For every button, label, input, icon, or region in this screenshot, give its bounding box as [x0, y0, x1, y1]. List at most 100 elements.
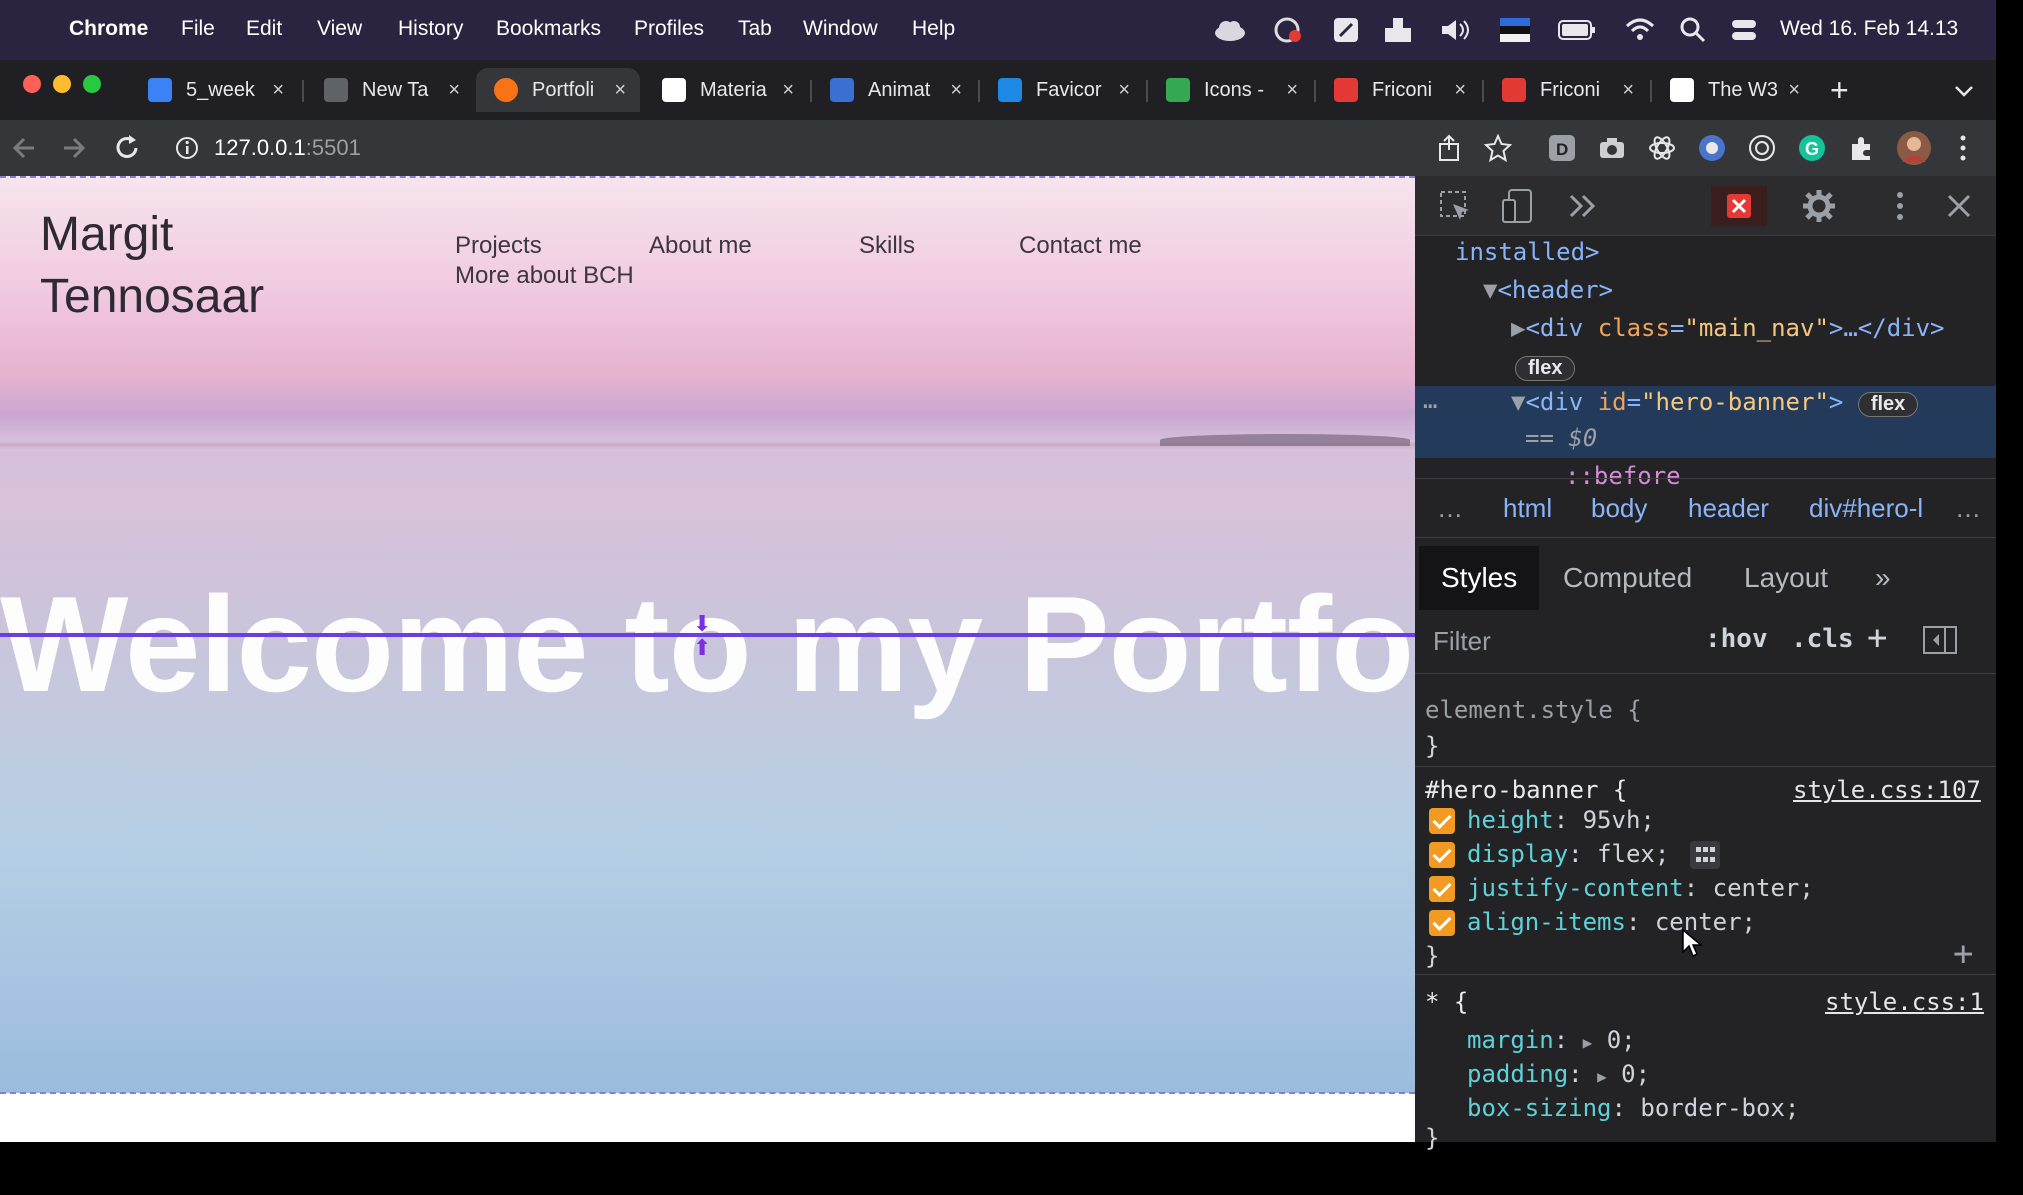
dom-line-header[interactable]: ▼<header>: [1483, 276, 1613, 304]
property-checkbox[interactable]: [1429, 808, 1455, 834]
tab-close-icon[interactable]: ×: [950, 79, 962, 102]
menu-history[interactable]: History: [398, 17, 463, 41]
nav-link-contact-me[interactable]: Contact me: [1019, 232, 1142, 260]
property-checkbox[interactable]: [1429, 876, 1455, 902]
element-style-selector[interactable]: element.style {: [1425, 696, 1642, 724]
react-devtools-icon[interactable]: [1648, 134, 1676, 162]
search-icon[interactable]: [1680, 17, 1706, 43]
tab-layout[interactable]: Layout: [1744, 562, 1828, 594]
tab-close-icon[interactable]: ×: [782, 79, 794, 102]
extension-circle-icon[interactable]: [1698, 134, 1726, 162]
menu-view[interactable]: View: [317, 17, 362, 41]
crumbs-ellipsis-icon[interactable]: …: [1437, 493, 1463, 524]
new-style-rule-icon[interactable]: +: [1867, 618, 1887, 658]
browser-tab[interactable]: Friconi ×: [1484, 68, 1648, 112]
screen-record-icon[interactable]: [1273, 16, 1305, 44]
dom-line-main-nav[interactable]: ▶<div class="main_nav">…</div>: [1511, 314, 1945, 342]
minimize-window-button[interactable]: [53, 75, 71, 93]
close-devtools-icon[interactable]: [1945, 192, 1973, 220]
tab-styles[interactable]: Styles: [1441, 562, 1517, 594]
browser-tab[interactable]: Materia ×: [644, 68, 808, 112]
browser-tab[interactable]: Friconi ×: [1316, 68, 1480, 112]
tab-close-icon[interactable]: ×: [614, 79, 626, 102]
toggle-sidebar-icon[interactable]: [1923, 626, 1957, 654]
menu-bookmarks[interactable]: Bookmarks: [496, 17, 601, 41]
forward-arrow-icon[interactable]: [60, 134, 88, 162]
tab-close-icon[interactable]: ×: [1454, 79, 1466, 102]
reload-icon[interactable]: [112, 133, 142, 163]
tab-close-icon[interactable]: ×: [1622, 79, 1634, 102]
target-icon[interactable]: [1748, 134, 1776, 162]
tray-icon[interactable]: [1383, 16, 1413, 44]
menu-app-name[interactable]: Chrome: [69, 17, 148, 41]
menu-tab[interactable]: Tab: [738, 17, 772, 41]
browser-tab[interactable]: Favicor ×: [980, 68, 1144, 112]
browser-tab[interactable]: Animat ×: [812, 68, 976, 112]
tab-close-icon[interactable]: ×: [1788, 79, 1800, 102]
new-tab-button[interactable]: +: [1830, 72, 1849, 109]
universal-selector[interactable]: * {: [1425, 988, 1468, 1016]
site-info-icon[interactable]: [174, 135, 200, 161]
grammarly-icon[interactable]: G: [1798, 134, 1826, 162]
inspect-element-icon[interactable]: [1439, 190, 1473, 224]
menubar-clock[interactable]: Wed 16. Feb 14.13: [1780, 17, 1958, 41]
browser-tab[interactable]: The W3 ×: [1652, 68, 1814, 112]
add-property-icon[interactable]: +: [1953, 934, 1973, 974]
browser-tab[interactable]: New Ta ×: [306, 68, 474, 112]
dom-line-installed[interactable]: installed>: [1455, 238, 1600, 266]
extension-d-icon[interactable]: D: [1548, 134, 1576, 162]
tab-close-icon[interactable]: ×: [1286, 79, 1298, 102]
volume-icon[interactable]: [1440, 18, 1472, 42]
styles-filter-input[interactable]: Filter: [1433, 626, 1491, 657]
nav-link-projects[interactable]: Projects: [455, 232, 542, 260]
more-tabs-chevron-icon[interactable]: »: [1875, 562, 1891, 594]
flex-badge[interactable]: flex: [1857, 392, 1919, 417]
style-property-height[interactable]: height: 95vh;: [1429, 806, 1655, 834]
style-property-margin[interactable]: margin: ▶ 0;: [1467, 1026, 1636, 1054]
back-arrow-icon[interactable]: [10, 134, 38, 162]
nav-link-about-me[interactable]: About me: [649, 232, 752, 260]
menu-help[interactable]: Help: [912, 17, 955, 41]
site-logo[interactable]: Margit Tennosaar: [40, 204, 264, 328]
breadcrumb-body[interactable]: body: [1591, 493, 1647, 524]
settings-gear-icon[interactable]: [1801, 188, 1837, 224]
property-checkbox[interactable]: [1429, 842, 1455, 868]
tab-close-icon[interactable]: ×: [272, 79, 284, 102]
style-property-justify-content[interactable]: justify-content: center;: [1429, 874, 1814, 902]
hero-banner-selector[interactable]: #hero-banner {: [1425, 776, 1627, 804]
menu-window[interactable]: Window: [803, 17, 878, 41]
address-bar[interactable]: 127.0.0.1:5501: [160, 126, 1460, 170]
tab-close-icon[interactable]: ×: [1118, 79, 1130, 102]
extensions-puzzle-icon[interactable]: [1848, 134, 1876, 162]
browser-tab[interactable]: 5_week ×: [130, 68, 298, 112]
errors-badge-icon[interactable]: [1711, 186, 1767, 226]
breadcrumb-html[interactable]: html: [1503, 493, 1552, 524]
cls-toggle[interactable]: .cls: [1791, 624, 1854, 654]
chrome-menu-icon[interactable]: [1958, 134, 1968, 162]
tab-close-icon[interactable]: ×: [448, 79, 460, 102]
devtools-menu-icon[interactable]: [1895, 190, 1905, 222]
tab-search-chevron-down-icon[interactable]: [1954, 84, 1974, 98]
edit-icon[interactable]: [1332, 16, 1360, 44]
nav-link-more-about-bch[interactable]: More about BCH: [455, 262, 634, 290]
menu-file[interactable]: File: [181, 17, 215, 41]
browser-tab-active[interactable]: Portfoli ×: [476, 68, 640, 112]
style-property-padding[interactable]: padding: ▶ 0;: [1467, 1060, 1650, 1088]
flexbox-editor-icon[interactable]: [1689, 841, 1720, 869]
camera-icon[interactable]: [1598, 134, 1626, 162]
menu-edit[interactable]: Edit: [246, 17, 282, 41]
breadcrumb-div-hero[interactable]: div#hero-l: [1809, 493, 1923, 524]
star-source-link[interactable]: style.css:1: [1825, 988, 1984, 1016]
hero-source-link[interactable]: style.css:107: [1793, 776, 1981, 804]
more-panels-chevron-icon[interactable]: [1567, 194, 1597, 218]
device-toolbar-icon[interactable]: [1501, 188, 1535, 224]
maximize-window-button[interactable]: [83, 75, 101, 93]
flex-badge[interactable]: flex: [1515, 352, 1576, 381]
wifi-icon[interactable]: [1625, 16, 1655, 42]
property-checkbox[interactable]: [1429, 910, 1455, 936]
align-items-handle-icon[interactable]: ⬇ ⬆: [693, 612, 711, 660]
close-window-button[interactable]: [23, 75, 41, 93]
crumbs-more-icon[interactable]: …: [1955, 493, 1981, 524]
battery-icon[interactable]: [1558, 18, 1598, 42]
style-property-box-sizing[interactable]: box-sizing: border-box;: [1467, 1094, 1799, 1122]
